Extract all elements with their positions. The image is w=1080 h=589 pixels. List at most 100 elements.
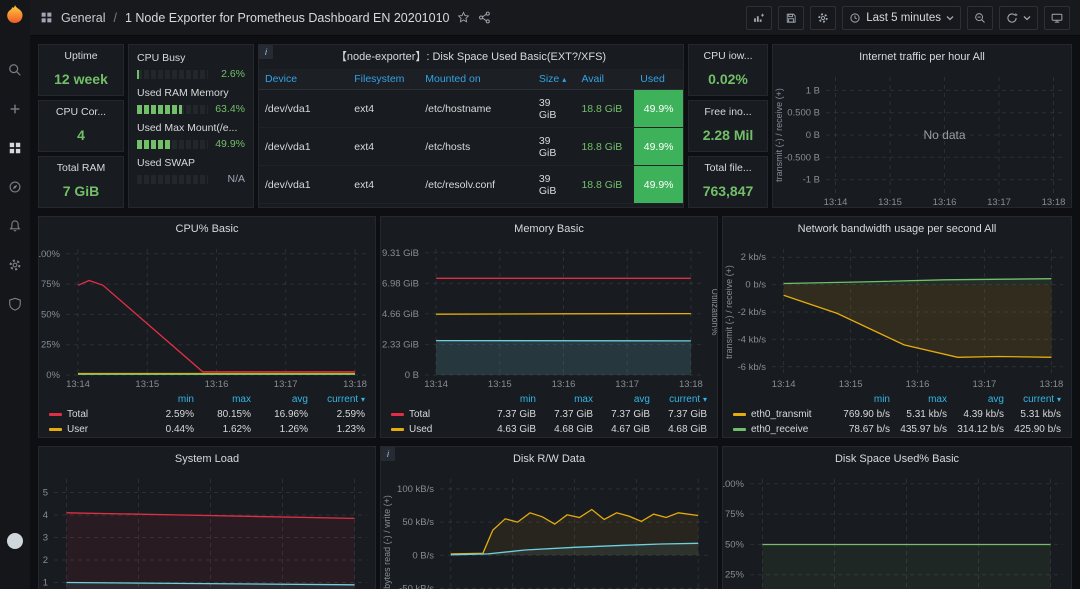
column-header[interactable]: Filesystem: [348, 69, 420, 90]
panel-info-icon[interactable]: i: [259, 45, 273, 59]
dashboards-icon[interactable]: [7, 140, 23, 156]
column-header[interactable]: Device: [259, 69, 349, 90]
legend-value: 7.37 GiB: [611, 409, 650, 420]
disk-space-table: Device Filesystem Mounted on Size ▴ Avail Use…: [259, 69, 683, 204]
panel-title[interactable]: 【node-exporter】: Disk Space Used Basic(E…: [259, 45, 683, 69]
legend-column[interactable]: avg: [593, 394, 650, 405]
cycle-view-button[interactable]: [1044, 5, 1070, 30]
svg-text:-6 kb/s: -6 kb/s: [737, 362, 766, 373]
panel-cpu-basic: CPU% Basic 0% 25% 50% 75% 100% 13:14 13:15 13:1…: [38, 216, 376, 438]
legend-column[interactable]: max: [890, 394, 947, 405]
internet-traffic-plot[interactable]: 1 B 0.500 B 0 B -0.500 B -1 B 13:14 13:15 13:16…: [773, 69, 1071, 207]
navbar-toolbar: Last 5 minutes: [746, 5, 1070, 30]
svg-text:transmit (-) / receive (+): transmit (-) / receive (+): [724, 265, 734, 359]
panel-title[interactable]: Total file...: [704, 162, 751, 174]
legend-series-row[interactable]: User 0.44% 1.62% 1.26% 1.23%: [49, 422, 365, 437]
disk-rw-plot[interactable]: 100 kB/s50 kB/s0 B/s-50 kB/s13:1413:1513…: [381, 471, 717, 589]
time-range-picker[interactable]: Last 5 minutes: [842, 5, 961, 30]
panel-info-icon[interactable]: i: [381, 447, 395, 461]
memory-basic-legend: min max avg current ▾ Total 7.37 GiB 7.37 GiB 7…: [381, 391, 717, 437]
svg-text:0.500 B: 0.500 B: [787, 108, 820, 119]
panel-title[interactable]: Uptime: [64, 50, 97, 62]
memory-basic-plot[interactable]: 0 B 2.33 GiB 4.66 GiB 6.98 GiB 9.31 GiB 13:14…: [381, 241, 717, 391]
network-bandwidth-plot[interactable]: 2 kb/s 0 b/s -2 kb/s -4 kb/s -6 kb/s 13:14 13:…: [723, 241, 1071, 391]
legend-column[interactable]: current ▾: [308, 394, 365, 405]
legend-column[interactable]: avg: [251, 394, 308, 405]
panel-title[interactable]: Memory Basic: [381, 217, 717, 241]
svg-text:-2 kb/s: -2 kb/s: [737, 307, 766, 318]
cpu-basic-legend: min max avg current ▾ Total 2.59% 80.15% 16.96%…: [39, 391, 375, 437]
panel-title[interactable]: System Load: [39, 447, 375, 471]
column-header[interactable]: Mounted on: [419, 69, 533, 90]
svg-text:2 kb/s: 2 kb/s: [741, 252, 767, 263]
cell-device: /dev/vda1: [259, 127, 349, 166]
panel-title[interactable]: CPU% Basic: [39, 217, 375, 241]
legend-value: 7.37 GiB: [668, 409, 707, 420]
panel-title[interactable]: Disk Space Used% Basic: [723, 447, 1071, 471]
grafana-logo-icon[interactable]: [0, 0, 30, 30]
legend-column[interactable]: avg: [947, 394, 1004, 405]
legend-column[interactable]: max: [536, 394, 593, 405]
panel-title[interactable]: Disk R/W Data: [381, 447, 717, 471]
save-dashboard-button[interactable]: [778, 5, 805, 30]
column-header[interactable]: Avail: [575, 69, 635, 90]
legend-series-row[interactable]: Total 7.37 GiB 7.37 GiB 7.37 GiB 7.37 GiB: [391, 407, 707, 422]
add-panel-button[interactable]: [746, 5, 773, 30]
configuration-gear-icon[interactable]: [7, 257, 23, 273]
legend-value: 7.37 GiB: [554, 409, 593, 420]
svg-text:No data: No data: [923, 128, 965, 142]
panel-title[interactable]: Free ino...: [704, 106, 751, 118]
legend-column[interactable]: current ▾: [1004, 394, 1061, 405]
explore-compass-icon[interactable]: [7, 179, 23, 195]
server-admin-shield-icon[interactable]: [7, 296, 23, 312]
legend-value: 0.44%: [165, 424, 194, 435]
panel-title[interactable]: CPU iow...: [703, 50, 752, 62]
legend-value: 78.67 b/s: [848, 424, 890, 435]
cell-size: 39 GiB: [532, 89, 576, 128]
legend-column[interactable]: min: [137, 394, 194, 405]
panel-title[interactable]: Internet traffic per hour All: [773, 45, 1071, 69]
user-avatar[interactable]: [7, 533, 23, 549]
panel-title[interactable]: CPU Cor...: [56, 106, 106, 118]
legend-value: 435.97 b/s: [900, 424, 947, 435]
dashboard-title[interactable]: 1 Node Exporter for Prometheus Dashboard…: [125, 11, 450, 25]
legend-column[interactable]: min: [833, 394, 890, 405]
legend-series-row[interactable]: eth0_receive 78.67 b/s 435.97 b/s 314.12 b/…: [733, 422, 1061, 437]
svg-text:-4 kb/s: -4 kb/s: [737, 334, 766, 345]
disk-space-plot[interactable]: 0%25%50%75%100%13:1413:1513:1613:1713:18: [723, 471, 1071, 589]
column-header[interactable]: Size ▴: [532, 69, 576, 90]
gauge-bar: [137, 69, 208, 79]
cell-filesystem: ext4: [348, 165, 420, 204]
svg-text:50%: 50%: [725, 539, 745, 550]
share-icon[interactable]: [478, 11, 491, 24]
legend-series-row[interactable]: eth0_transmit 769.90 b/s 5.31 kb/s 4.39 kb/…: [733, 407, 1061, 422]
star-icon[interactable]: [457, 11, 470, 24]
system-load-plot[interactable]: 1234513:1413:1513:1613:1713:18: [39, 471, 375, 589]
cpu-basic-plot[interactable]: 0% 25% 50% 75% 100% 13:14 13:15 13:16 13:17 13:18: [39, 241, 375, 391]
legend-value: 4.68 GiB: [554, 424, 593, 435]
svg-text:2: 2: [43, 555, 48, 566]
svg-text:13:14: 13:14: [424, 379, 448, 390]
refresh-button[interactable]: [999, 5, 1038, 30]
search-icon[interactable]: [7, 62, 23, 78]
create-plus-icon[interactable]: [7, 101, 23, 117]
legend-header: min max avg current ▾: [49, 392, 365, 407]
alerting-bell-icon[interactable]: [7, 218, 23, 234]
chevron-down-icon: [946, 14, 954, 22]
legend-column[interactable]: current ▾: [650, 394, 707, 405]
dashboard-settings-button[interactable]: [810, 5, 837, 30]
legend-column[interactable]: max: [194, 394, 251, 405]
svg-text:0 B: 0 B: [405, 370, 419, 381]
breadcrumb-folder[interactable]: General: [61, 11, 105, 25]
column-header[interactable]: Used: [634, 69, 683, 90]
legend-value: 1.26%: [279, 424, 308, 435]
legend-column[interactable]: min: [479, 394, 536, 405]
zoom-out-button[interactable]: [967, 5, 993, 30]
legend-series-row[interactable]: Used 4.63 GiB 4.68 GiB 4.67 GiB 4.68 GiB: [391, 422, 707, 437]
cell-size: 39 GiB: [532, 127, 576, 166]
legend-series-row[interactable]: Total 2.59% 80.15% 16.96% 2.59%: [49, 407, 365, 422]
panel-title[interactable]: Total RAM: [57, 162, 105, 174]
svg-text:-50 kB/s: -50 kB/s: [399, 583, 434, 589]
legend-value: 425.90 b/s: [1014, 424, 1061, 435]
panel-title[interactable]: Network bandwidth usage per second All: [723, 217, 1071, 241]
